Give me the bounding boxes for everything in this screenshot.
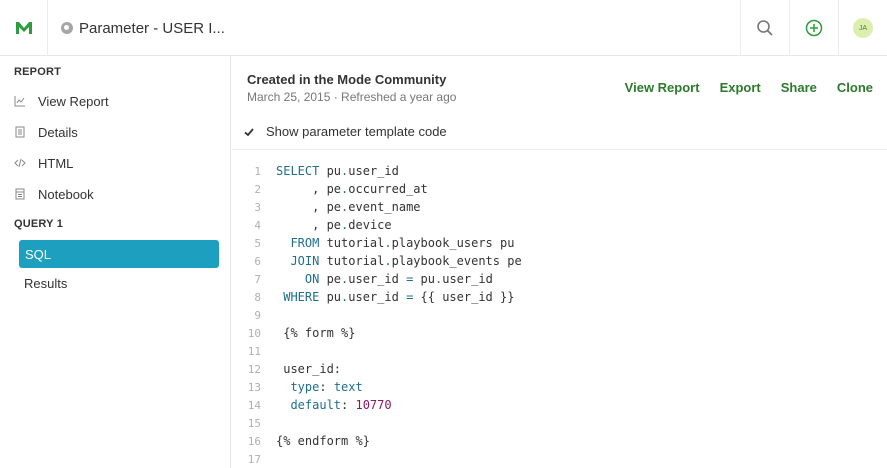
code-text[interactable]: {% form %}: [276, 326, 355, 340]
line-number: 1: [254, 164, 261, 178]
report-title-area: Parameter - USER I...: [61, 0, 225, 56]
line-number: 3: [254, 200, 261, 214]
line-number: 15: [247, 416, 261, 430]
template-toggle-row: Show parameter template code: [232, 114, 887, 150]
share-button[interactable]: Share: [781, 80, 817, 95]
report-title[interactable]: Parameter - USER I...: [79, 20, 225, 37]
code-icon: [14, 157, 26, 169]
code-line: 4 , pe.device: [232, 216, 392, 234]
line-number: 7: [254, 272, 261, 286]
show-template-label[interactable]: Show parameter template code: [266, 124, 447, 139]
sidebar-item-details[interactable]: Details: [14, 120, 78, 144]
code-line: 7 ON pe.user_id = pu.user_id: [232, 270, 493, 288]
view-report-button[interactable]: View Report: [625, 80, 700, 95]
code-line: 1 SELECT pu.user_id: [232, 162, 399, 180]
user-menu-button[interactable]: JA: [838, 0, 887, 56]
avatar: JA: [853, 18, 873, 38]
line-number: 12: [247, 362, 261, 376]
sidebar-item-html[interactable]: HTML: [14, 151, 73, 175]
document-icon: [14, 126, 26, 138]
line-number: 17: [247, 452, 261, 466]
search-button[interactable]: [740, 0, 789, 56]
line-number: 2: [254, 182, 261, 196]
sidebar-item-sql[interactable]: SQL: [19, 240, 219, 268]
code-line: 15: [232, 414, 276, 432]
line-number: 11: [247, 344, 261, 358]
code-text[interactable]: {% endform %}: [276, 434, 370, 448]
code-text[interactable]: ON pe.user_id = pu.user_id: [276, 272, 493, 286]
code-line: 10 {% form %}: [232, 324, 356, 342]
sidebar-item-label: View Report: [38, 93, 109, 109]
code-line: 2 , pe.occurred_at: [232, 180, 428, 198]
code-text[interactable]: , pe.device: [276, 218, 392, 232]
code-line: 8 WHERE pu.user_id = {{ user_id }}: [232, 288, 514, 306]
code-line: 16 {% endform %}: [232, 432, 370, 450]
chart-icon: [14, 95, 26, 107]
sql-editor[interactable]: 1 SELECT pu.user_id 2 , pe.occurred_at 3 , …: [232, 152, 887, 468]
sidebar-item-label: HTML: [38, 155, 74, 171]
export-button[interactable]: Export: [720, 80, 761, 95]
code-line: 12 user_id:: [232, 360, 341, 378]
sidebar-item-label: Details: [38, 124, 78, 140]
line-number: 4: [254, 218, 261, 232]
report-section-header: REPORT: [14, 66, 62, 78]
code-text[interactable]: , pe.event_name: [276, 200, 420, 214]
sidebar-item-notebook[interactable]: Notebook: [14, 182, 94, 206]
report-meta: March 25, 2015 · Refreshed a year ago: [247, 90, 457, 104]
plus-circle-icon: [805, 19, 823, 37]
code-line: 11: [232, 342, 276, 360]
report-header: Created in the Mode Community March 25, …: [232, 56, 887, 114]
notebook-icon: [14, 188, 26, 200]
new-report-button[interactable]: [789, 0, 838, 56]
globe-icon: [61, 22, 73, 34]
sidebar-item-label: Notebook: [38, 186, 94, 202]
line-number: 8: [254, 290, 261, 304]
code-text[interactable]: WHERE pu.user_id = {{ user_id }}: [276, 290, 514, 304]
code-line: 6 JOIN tutorial.playbook_events pe: [232, 252, 521, 270]
code-text[interactable]: type: text: [276, 380, 362, 394]
sidebar-item-view-report[interactable]: View Report: [14, 89, 109, 113]
report-actions: View Report Export Share Clone: [625, 80, 873, 95]
show-template-checkbox[interactable]: [242, 125, 256, 139]
code-line: 13 type: text: [232, 378, 363, 396]
line-number: 13: [247, 380, 261, 394]
line-number: 14: [247, 398, 261, 412]
code-line: 5 FROM tutorial.playbook_users pu: [232, 234, 514, 252]
checkmark-icon: [244, 127, 254, 136]
code-line: 17: [232, 450, 276, 468]
code-line: 14 default: 10770: [232, 396, 392, 414]
created-label[interactable]: Created in the Mode Community: [247, 72, 446, 87]
line-number: 6: [254, 254, 261, 268]
line-number: 5: [254, 236, 261, 250]
top-bar: Parameter - USER I... JA: [0, 0, 887, 56]
mode-logo-icon[interactable]: [0, 0, 48, 56]
sidebar-item-results[interactable]: Results: [24, 276, 67, 291]
query-section-header: QUERY 1: [14, 218, 64, 230]
code-text[interactable]: FROM tutorial.playbook_users pu: [276, 236, 514, 250]
code-line: 9: [232, 306, 276, 324]
clone-button[interactable]: Clone: [837, 80, 873, 95]
code-text[interactable]: default: 10770: [276, 398, 391, 412]
code-text[interactable]: , pe.occurred_at: [276, 182, 428, 196]
code-line: 3 , pe.event_name: [232, 198, 420, 216]
sidebar: REPORT View Report Details HTML Notebook…: [0, 56, 231, 468]
code-text[interactable]: JOIN tutorial.playbook_events pe: [276, 254, 521, 268]
line-number: 10: [247, 326, 261, 340]
code-text[interactable]: user_id:: [276, 362, 341, 376]
search-icon: [757, 20, 773, 36]
line-number: 9: [254, 308, 261, 322]
code-text[interactable]: SELECT pu.user_id: [276, 164, 399, 178]
line-number: 16: [247, 434, 261, 448]
